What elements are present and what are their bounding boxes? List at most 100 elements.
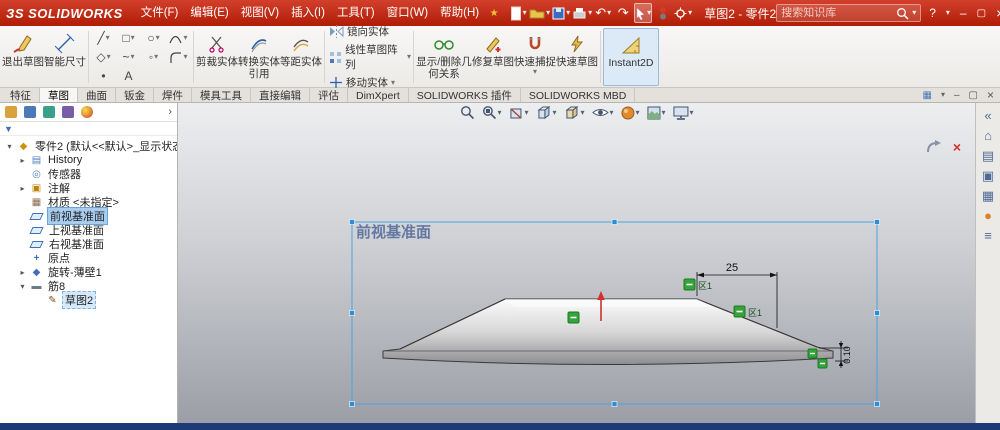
menu-edit[interactable]: 编辑(E) (184, 0, 234, 26)
tab-features[interactable]: 特征 (2, 88, 40, 102)
close-button[interactable]: × (996, 5, 1000, 21)
exit-sketch-button[interactable]: 退出草图 (2, 28, 44, 86)
tree-item-sketch2[interactable]: ✎ 草图2 (0, 291, 177, 309)
doc-minimize-button[interactable]: – (954, 90, 960, 101)
options-button[interactable]: ▾ (674, 3, 692, 23)
linear-pattern-button[interactable]: 线性草图阵列 ▾ (329, 42, 411, 72)
menu-file[interactable]: 文件(F) (135, 0, 185, 26)
minimize-button[interactable]: – (960, 6, 967, 20)
tree-item-right-plane[interactable]: 右视基准面 (0, 237, 177, 251)
search-box[interactable]: ▾ (776, 4, 922, 22)
part-geometry[interactable] (382, 298, 834, 365)
help-button[interactable]: ? (929, 6, 936, 20)
search-input[interactable] (781, 7, 894, 19)
tab-weldments[interactable]: 焊件 (154, 88, 192, 102)
tree-item-annotations[interactable]: ▸ ▣ 注解 (0, 181, 177, 196)
configurationmanager-tab-icon[interactable] (43, 106, 55, 118)
instant2d-button[interactable]: Instant2D (603, 28, 659, 86)
tree-caret-icon[interactable]: ▾ (18, 282, 27, 291)
tab-sketch[interactable]: 草图 (40, 88, 78, 102)
assistant-icon[interactable]: ★ (485, 3, 503, 23)
text-tool-button[interactable]: A (116, 67, 141, 86)
mirror-entities-button[interactable]: 镜向实体 (329, 24, 411, 39)
redo-button[interactable]: ↷ (614, 3, 632, 23)
circle-tool-button[interactable]: ○ ▾ (141, 29, 166, 48)
propertymanager-tab-icon[interactable] (24, 106, 36, 118)
ellipse-tool-button[interactable]: ◦ ▾ (141, 48, 166, 67)
open-button[interactable]: ▾ (529, 3, 550, 23)
file-explorer-icon[interactable]: ▣ (982, 169, 994, 182)
select-button[interactable]: ▾ (634, 3, 653, 23)
design-library-icon[interactable]: ▤ (982, 149, 994, 162)
rebuild-button[interactable] (654, 3, 672, 23)
custom-properties-icon[interactable]: ≡ (984, 229, 992, 242)
view-palette-icon[interactable]: ▦ (982, 189, 994, 202)
save-button[interactable]: ▾ (552, 3, 570, 23)
convert-entities-button[interactable]: 转换实体引用 (238, 28, 280, 86)
smart-dimension-button[interactable]: 智能尺寸 (44, 28, 86, 86)
display-relations-button[interactable]: 显示/删除几何关系 (416, 28, 472, 86)
point-tool-button[interactable]: • (91, 67, 116, 86)
trim-entities-button[interactable]: 剪裁实体 (196, 28, 238, 86)
display-relations-label: 显示/删除几何关系 (416, 56, 472, 81)
repair-sketch-button[interactable]: 修复草图 (472, 28, 514, 86)
offset-entities-button[interactable]: 等距实体 (280, 28, 322, 86)
spline-tool-button[interactable]: ~ ▾ (116, 48, 141, 67)
tree-item-top-plane[interactable]: 上视基准面 (0, 223, 177, 237)
tab-mold-tools[interactable]: 模具工具 (192, 88, 251, 102)
document-window-controls: ▦ ▾ – ▢ × (923, 88, 1000, 102)
tab-direct-editing[interactable]: 直接编辑 (251, 88, 310, 102)
graphics-viewport[interactable]: ▾ ▾ ▾ ▾ ▾ ▾ ▾ ▾ × 25 0.10 区1 区1 前视基准面 (178, 103, 975, 423)
maximize-button[interactable]: ▢ (977, 8, 986, 19)
print-button[interactable]: ▾ (572, 3, 592, 23)
tab-surfaces[interactable]: 曲面 (78, 88, 116, 102)
model-canvas[interactable]: 25 0.10 区1 区1 前视基准面 (178, 103, 975, 423)
rectangle-icon: □ (122, 31, 130, 45)
dimxpertmanager-tab-icon[interactable] (62, 106, 74, 118)
tree-caret-icon[interactable]: ▾ (5, 142, 14, 151)
tree-caret-icon[interactable]: ▸ (18, 156, 27, 165)
tree-item-origin[interactable]: + 原点 (0, 251, 177, 266)
rectangle-tool-button[interactable]: □ ▾ (116, 29, 141, 48)
undo-button[interactable]: ↶ ▾ (594, 3, 612, 23)
new-document-button[interactable]: ▾ (509, 3, 527, 23)
redo-icon: ↷ (617, 5, 629, 20)
menu-view[interactable]: 视图(V) (235, 0, 285, 26)
appearances-icon[interactable]: ● (984, 209, 992, 222)
doc-restore-button[interactable]: ▢ (969, 90, 978, 101)
quick-snaps-button[interactable]: 快速捕捉 ▾ (514, 28, 556, 86)
menu-window[interactable]: 窗口(W) (381, 0, 435, 26)
tree-item-revolve-thin1[interactable]: ▸ ◆ 旋转-薄壁1 (0, 265, 177, 280)
convert-entities-label: 转换实体引用 (238, 56, 280, 81)
displaymanager-tab-icon[interactable] (81, 106, 93, 118)
tree-caret-icon[interactable]: ▸ (18, 184, 27, 193)
tab-dimxpert[interactable]: DimXpert (348, 88, 409, 102)
doc-close-button[interactable]: × (987, 88, 994, 102)
tree-item-front-plane[interactable]: 前视基准面 (0, 207, 177, 225)
menu-insert[interactable]: 插入(I) (285, 0, 331, 26)
tree-filter-row[interactable]: ▼ (0, 122, 177, 136)
menu-help[interactable]: 帮助(H) (434, 0, 485, 26)
tab-sheet-metal[interactable]: 钣金 (116, 88, 154, 102)
revolve-feature-icon: ◆ (32, 266, 41, 278)
expand-task-pane-icon[interactable]: « (984, 109, 991, 122)
print-icon (573, 7, 586, 18)
featuremanager-tab-icon[interactable] (5, 106, 17, 118)
tab-evaluate[interactable]: 评估 (310, 88, 348, 102)
solidworks-resources-icon[interactable]: ⌂ (984, 129, 992, 142)
tree-item-sensors[interactable]: ◎ 传感器 (0, 167, 177, 182)
sketch-entities-grid: ╱ ▾ □ ▾ ○ ▾ ▾ ◇ ▾ ~ ▾ ◦ ▾ ▾ • A (91, 28, 191, 86)
menu-tools[interactable]: 工具(T) (331, 0, 381, 26)
doc-tabs-icon[interactable]: ▦ (923, 90, 932, 101)
tab-sw-mbd[interactable]: SOLIDWORKS MBD (521, 88, 636, 102)
tab-sw-addins[interactable]: SOLIDWORKS 插件 (409, 88, 521, 102)
fillet-tool-button[interactable]: ▾ (166, 48, 191, 67)
polygon-tool-button[interactable]: ◇ ▾ (91, 48, 116, 67)
tree-root-part[interactable]: ▾ ◆ 零件2 (默认<<默认>_显示状态 1> (0, 139, 177, 154)
rapid-sketch-button[interactable]: 快速草图 (556, 28, 598, 86)
line-tool-button[interactable]: ╱ ▾ (91, 29, 116, 48)
panel-expand-chevron-icon[interactable]: › (168, 106, 172, 118)
tree-item-history[interactable]: ▸ ▤ History (0, 153, 177, 167)
arc-tool-button[interactable]: ▾ (166, 29, 191, 48)
tree-caret-icon[interactable]: ▸ (18, 268, 27, 277)
